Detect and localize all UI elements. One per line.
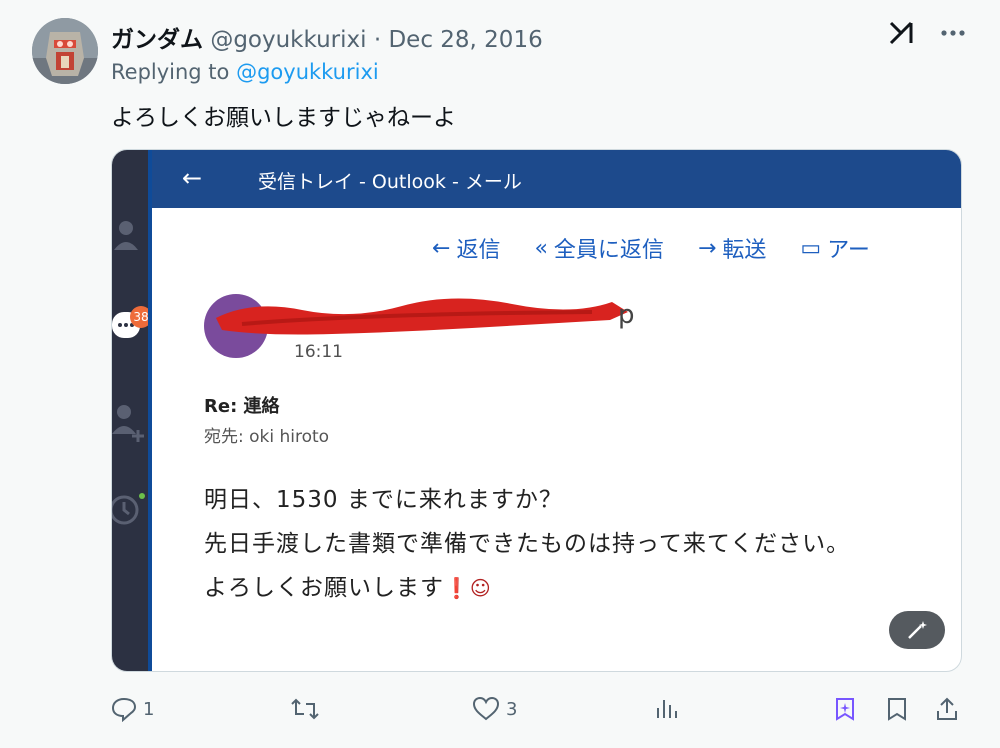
views-chart-icon	[657, 700, 677, 718]
retweet-icon	[291, 698, 319, 720]
people-icon	[112, 216, 146, 260]
reply-arrow-icon: ←	[432, 235, 451, 261]
outlook-accent-line	[148, 150, 152, 671]
exclamation-smiley-icon: ❗☺	[444, 576, 492, 600]
reply-count: 1	[143, 698, 155, 720]
share-icon	[937, 697, 957, 720]
tweet-header: ガンダム @goyukkurixi · Dec 28, 2016	[111, 20, 543, 54]
tweet-media-image[interactable]: 38 ← 受信トレイ - Outlook - メール ← 返信 « 全員に返信 …	[111, 149, 962, 672]
grok-icon[interactable]	[888, 20, 916, 46]
separator-dot: ·	[373, 27, 382, 53]
bookmark-button[interactable]	[884, 696, 910, 722]
like-button[interactable]: 3	[472, 696, 517, 722]
bookmark-icon	[888, 698, 906, 721]
email-subject: Re: 連絡	[204, 396, 280, 417]
forward-arrow-icon: →	[697, 235, 717, 261]
back-arrow-icon: ←	[182, 164, 203, 192]
tweet-top-actions	[888, 20, 966, 46]
reply-action-label: 返信	[456, 238, 501, 263]
tweet-text: よろしくお願いしますじゃねーよ	[111, 105, 456, 131]
redaction-scribble	[216, 298, 628, 335]
archive-action-label: アー	[827, 238, 870, 263]
reply-all-icon: «	[534, 235, 548, 261]
forward-action: → 転送	[698, 232, 766, 264]
author-avatar[interactable]	[32, 18, 98, 84]
outlook-window-title: 受信トレイ - Outlook - メール	[258, 171, 522, 193]
replying-to-label: Replying to	[111, 60, 230, 84]
reply-action: ← 返信	[432, 232, 500, 264]
history-icon	[112, 490, 146, 534]
archive-icon: ▭	[800, 235, 822, 261]
reply-button[interactable]: 1	[111, 696, 154, 722]
retweet-button[interactable]	[290, 696, 320, 722]
outlook-titlebar: ← 受信トレイ - Outlook - メール	[152, 150, 961, 208]
reply-icon	[111, 697, 137, 722]
add-contact-icon	[112, 400, 146, 450]
archive-action: ▭ アー	[800, 232, 869, 264]
sender-time: 16:11	[294, 342, 343, 362]
reply-all-action: « 全員に返信	[534, 232, 663, 264]
reply-all-action-label: 全員に返信	[553, 238, 664, 263]
views-button[interactable]	[654, 696, 680, 722]
author-handle[interactable]: @goyukkurixi	[210, 27, 366, 53]
tweet-actions: 1 3	[0, 696, 1000, 726]
author-name[interactable]: ガンダム	[111, 27, 203, 53]
replying-to: Replying to @goyukkurixi	[111, 60, 379, 84]
grok-bookmark-button[interactable]	[832, 696, 858, 722]
heart-icon	[472, 696, 500, 721]
magic-wand-icon[interactable]	[889, 611, 945, 649]
email-body-closing-text: よろしくお願いします	[204, 575, 444, 601]
forward-action-label: 転送	[722, 238, 767, 263]
email-body-line: 明日、1530 までに来れますか？	[204, 487, 563, 513]
more-icon[interactable]	[940, 29, 966, 37]
sender-email-suffix: p	[618, 300, 635, 330]
bookmark-sparkle-icon	[836, 698, 854, 721]
email-body-line: 先日手渡した書類で準備できたものは持って来てください。	[204, 531, 851, 557]
like-count: 3	[506, 698, 518, 720]
share-button[interactable]	[934, 696, 960, 722]
outlook-actions: ← 返信 « 全員に返信 → 転送 ▭ アー	[432, 232, 870, 264]
tweet-date[interactable]: Dec 28, 2016	[388, 27, 542, 53]
email-body-line-closing: よろしくお願いします❗☺	[204, 568, 492, 602]
outlook-left-rail	[112, 150, 152, 671]
gundam-avatar-image	[32, 18, 98, 84]
email-recipient: 宛先: oki hiroto	[204, 427, 330, 447]
replying-to-mention[interactable]: @goyukkurixi	[236, 60, 379, 84]
